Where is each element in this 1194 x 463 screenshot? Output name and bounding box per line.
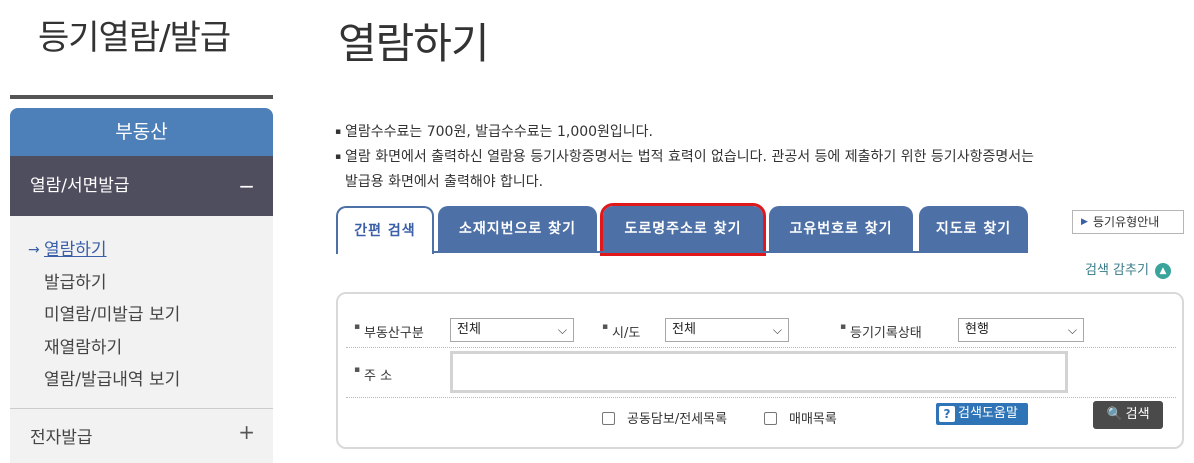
property-type-value: 전체 [457,322,481,337]
triangle-right-icon: ▶ [1081,217,1088,227]
notice-box: 열람수수료는 700원, 발급수수료는 1,000원입니다. 열람 화면에서 출… [335,120,1155,195]
sidebar-item-issue[interactable]: 발급하기 [10,267,273,300]
trade-list-label: 매매목록 [789,412,837,427]
checkbox-box[interactable] [602,412,615,425]
sidebar-submenu-view-issue[interactable]: 열람/서면발급 − [10,156,273,216]
joint-collateral-checkbox[interactable]: 공동담보/전세목록 [602,408,727,427]
chevron-up-icon: ▲ [1154,262,1171,279]
collapse-icon[interactable]: − [238,156,255,216]
page-title: 열람하기 [338,19,490,68]
question-icon: ? [939,406,955,422]
property-type-label: 부동산구분 [354,322,424,341]
sidebar-footer-label: 전자발급 [30,428,93,448]
sido-label: 시/도 [602,322,640,341]
sido-select[interactable]: 전체 ⌵ [665,318,789,342]
property-type-select[interactable]: 전체 ⌵ [450,318,574,342]
sidebar-category-realestate[interactable]: 부동산 [10,108,273,156]
arrow-right-icon: → [28,242,40,258]
sidebar-item-e-issue[interactable]: 전자발급 + [10,409,273,463]
row-divider [346,347,1176,348]
record-status-label: 등기기록상태 [840,322,922,341]
record-status-select[interactable]: 현행 ⌵ [958,318,1084,342]
sidebar-submenu-label: 열람/서면발급 [30,176,130,196]
tab-simple-search[interactable]: 간편 검색 [336,206,434,254]
record-status-value: 현행 [965,322,989,337]
search-button[interactable]: 🔍 검색 [1093,401,1163,429]
address-input[interactable] [450,351,1068,393]
tab-road-address[interactable]: 도로명주소로 찾기 [600,203,766,256]
sido-value: 전체 [672,322,696,337]
search-icon: 🔍 [1106,407,1123,422]
chevron-down-icon: ⌵ [557,323,567,337]
joint-collateral-label: 공동담보/전세목록 [627,412,728,427]
expand-icon[interactable]: + [238,403,255,461]
checkbox-box[interactable] [764,412,777,425]
address-label: 주 소 [354,365,392,384]
registry-guide-button[interactable]: ▶ 등기유형안내 [1072,210,1184,234]
notice-fee: 열람수수료는 700원, 발급수수료는 1,000원입니다. [335,120,1155,145]
chevron-down-icon: ⌵ [1067,323,1077,337]
tab-underline [434,251,1028,253]
sidebar-item-review[interactable]: 재열람하기 [10,332,273,365]
search-help-label: 검색도움말 [958,406,1018,421]
search-help-button[interactable]: ? 검색도움말 [936,403,1028,425]
tab-map[interactable]: 지도로 찾기 [919,206,1028,253]
sidebar-item-pending[interactable]: 미열람/미발급 보기 [10,299,273,332]
hide-search-label: 검색 감추기 [1085,263,1149,278]
search-panel: 부동산구분 전체 ⌵ 시/도 전체 ⌵ 등기기록상태 현행 ⌵ 주 소 공동담보… [336,292,1184,449]
notice-legal: 열람 화면에서 출력하신 열람용 등기사항증명서는 법적 효력이 없습니다. 관… [335,145,1155,170]
hide-search-link[interactable]: 검색 감추기 ▲ [1085,259,1171,279]
sidebar-item-view[interactable]: → 열람하기 [10,234,273,267]
sidebar-title: 등기열람/발급 [38,18,231,58]
guide-button-label: 등기유형안내 [1093,215,1160,229]
tab-unique-number[interactable]: 고유번호로 찾기 [769,206,913,253]
notice-legal-cont: 발급용 화면에서 출력해야 합니다. [345,174,544,190]
sidebar-item-history[interactable]: 열람/발급내역 보기 [10,364,273,397]
trade-list-checkbox[interactable]: 매매목록 [764,408,837,427]
row-divider [346,397,1176,398]
chevron-down-icon: ⌵ [772,323,782,337]
sidebar-divider [10,95,273,99]
tab-lot-number[interactable]: 소재지번으로 찾기 [438,206,597,253]
sidebar-list: → 열람하기 발급하기 미열람/미발급 보기 재열람하기 열람/발급내역 보기 [10,216,273,408]
search-button-label: 검색 [1125,407,1150,422]
sidebar-item-label: 열람하기 [44,240,107,260]
